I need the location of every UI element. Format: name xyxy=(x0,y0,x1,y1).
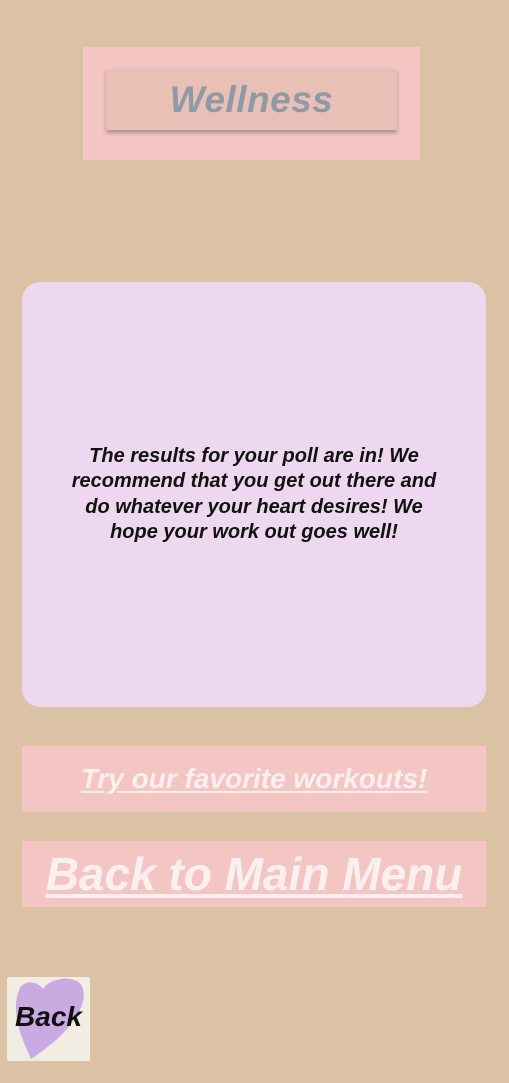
header-frame: Wellness xyxy=(83,47,420,160)
back-to-main-menu-link[interactable]: Back to Main Menu xyxy=(46,847,463,901)
back-button-label: Back xyxy=(15,1001,82,1032)
poll-result-card: The results for your poll are in! We rec… xyxy=(22,282,486,707)
page-title: Wellness xyxy=(169,78,334,120)
favorite-workouts-link[interactable]: Try our favorite workouts! xyxy=(81,763,427,795)
title-plate: Wellness xyxy=(106,69,397,130)
poll-result-message: The results for your poll are in! We rec… xyxy=(71,444,437,544)
workouts-banner: Try our favorite workouts! xyxy=(22,746,486,812)
main-menu-banner: Back to Main Menu xyxy=(22,841,486,907)
back-button[interactable]: Back xyxy=(7,977,90,1061)
